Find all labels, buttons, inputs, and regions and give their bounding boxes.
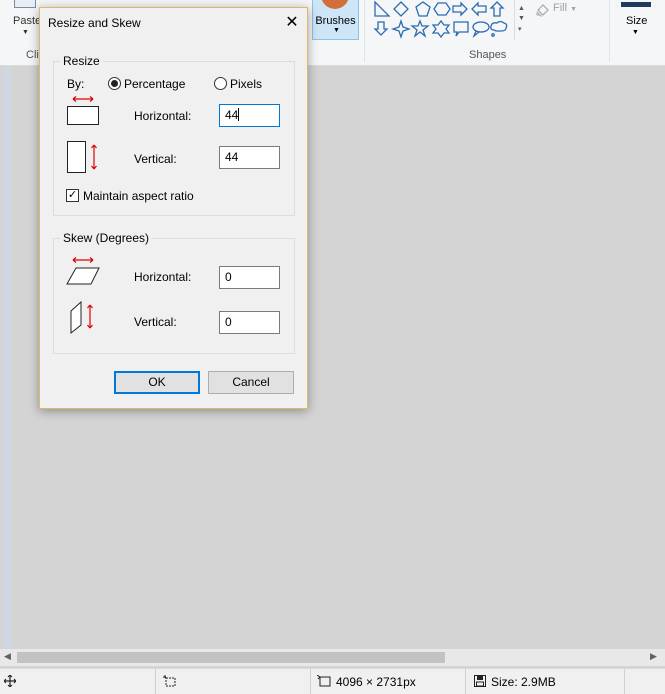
resize-and-skew-dialog: Resize and Skew ✕ Resize By: Percentage … bbox=[39, 7, 308, 409]
scroll-right-icon[interactable]: ▶ bbox=[650, 651, 657, 662]
fill-caret-icon: ▼ bbox=[570, 6, 578, 13]
up-arrow-icon bbox=[489, 1, 505, 17]
skew-vertical-label: Vertical: bbox=[134, 315, 177, 329]
left-arrow-icon bbox=[471, 1, 487, 17]
selection-size-icon bbox=[163, 675, 176, 687]
save-disk-icon bbox=[474, 675, 486, 687]
status-separator bbox=[310, 669, 311, 694]
resize-horizontal-label: Horizontal: bbox=[134, 109, 192, 123]
image-dimensions-text: 4096 × 2731px bbox=[336, 675, 416, 689]
file-size-text: Size: 2.9MB bbox=[491, 675, 556, 689]
pixels-radio[interactable] bbox=[214, 77, 227, 90]
status-bar: 4096 × 2731px Size: 2.9MB bbox=[0, 668, 665, 694]
resize-vertical-icon bbox=[67, 141, 97, 173]
skew-vertical-value: 0 bbox=[225, 315, 232, 329]
percentage-label[interactable]: Percentage bbox=[124, 77, 185, 91]
skew-horizontal-value: 0 bbox=[225, 270, 232, 284]
image-dimensions-icon bbox=[317, 675, 331, 687]
skew-vertical-icon bbox=[70, 300, 93, 335]
skew-horizontal-input[interactable]: 0 bbox=[219, 266, 280, 289]
gallery-up-icon[interactable]: ▲ bbox=[518, 5, 525, 12]
right-arrow-icon bbox=[452, 1, 468, 17]
brushes-caret-icon: ▼ bbox=[333, 27, 340, 34]
resize-horizontal-value: 44 bbox=[225, 108, 239, 122]
paste-button-label[interactable]: Paste bbox=[13, 15, 41, 27]
shapes-gallery[interactable] bbox=[370, 0, 527, 40]
six-point-star-icon bbox=[431, 19, 451, 39]
resize-vertical-label: Vertical: bbox=[134, 152, 177, 166]
status-separator bbox=[624, 669, 625, 694]
text-caret bbox=[238, 108, 240, 121]
down-arrow-icon bbox=[373, 21, 389, 36]
by-label: By: bbox=[67, 77, 85, 91]
shapes-gallery-icons bbox=[373, 0, 508, 40]
brush-icon bbox=[321, 0, 349, 9]
brushes-button[interactable]: Brushes ▼ bbox=[312, 0, 359, 40]
oval-callout-icon bbox=[472, 21, 490, 33]
resize-vertical-input[interactable]: 44 bbox=[219, 146, 280, 169]
shapes-group-label: Shapes bbox=[469, 49, 507, 61]
scroll-left-icon[interactable]: ◀ bbox=[4, 651, 11, 662]
fill-label[interactable]: Fill ▼ bbox=[553, 2, 577, 14]
skew-horizontal-label: Horizontal: bbox=[134, 270, 192, 284]
status-separator bbox=[465, 669, 466, 694]
clipboard-group-label: Cli bbox=[26, 49, 39, 61]
cancel-button[interactable]: Cancel bbox=[208, 371, 294, 394]
fill-bucket-icon[interactable] bbox=[535, 3, 551, 17]
diamond-icon bbox=[393, 1, 409, 17]
dialog-title: Resize and Skew bbox=[48, 16, 141, 30]
paste-icon[interactable] bbox=[14, 0, 36, 8]
status-separator bbox=[155, 669, 156, 694]
ribbon-separator bbox=[609, 0, 610, 62]
percentage-radio[interactable] bbox=[108, 77, 121, 90]
gallery-more-icon[interactable]: ▾ bbox=[518, 25, 522, 33]
pixels-label[interactable]: Pixels bbox=[230, 77, 262, 91]
skew-horizontal-icon bbox=[66, 257, 100, 285]
resize-horizontal-input[interactable]: 44 bbox=[219, 104, 280, 127]
cursor-position-icon bbox=[4, 675, 16, 687]
size-label[interactable]: Size bbox=[626, 15, 647, 27]
maintain-aspect-checkbox[interactable]: ✓ bbox=[66, 189, 79, 202]
gallery-down-icon[interactable]: ▼ bbox=[518, 15, 525, 22]
fill-label-text: Fill bbox=[553, 2, 568, 14]
pentagon-icon bbox=[415, 1, 431, 17]
four-point-star-icon bbox=[390, 18, 412, 40]
canvas-left-edge bbox=[3, 67, 11, 649]
close-icon[interactable]: ✕ bbox=[278, 10, 306, 36]
cloud-callout-icon bbox=[490, 20, 508, 32]
shapes-gallery-scroll[interactable]: ▲ ▼ ▾ bbox=[514, 0, 528, 40]
size-icon[interactable] bbox=[621, 2, 651, 7]
five-point-star-icon bbox=[410, 19, 430, 38]
resize-vertical-value: 44 bbox=[225, 150, 239, 164]
brushes-label: Brushes bbox=[315, 15, 356, 27]
ok-button[interactable]: OK bbox=[114, 371, 200, 394]
maintain-aspect-label[interactable]: Maintain aspect ratio bbox=[83, 189, 194, 203]
scroll-thumb[interactable] bbox=[17, 652, 445, 663]
resize-group-label: Resize bbox=[60, 54, 103, 68]
ribbon-separator bbox=[364, 0, 365, 62]
resize-horizontal-icon bbox=[67, 96, 99, 125]
rounded-callout-icon bbox=[453, 21, 469, 37]
paste-caret-icon[interactable]: ▼ bbox=[22, 29, 29, 36]
right-triangle-icon bbox=[374, 0, 391, 17]
hexagon-icon bbox=[433, 2, 451, 16]
skew-vertical-input[interactable]: 0 bbox=[219, 311, 280, 334]
skew-group-label: Skew (Degrees) bbox=[60, 231, 153, 245]
horizontal-scrollbar[interactable]: ◀ ▶ bbox=[0, 649, 665, 666]
size-caret-icon[interactable]: ▼ bbox=[632, 29, 639, 36]
